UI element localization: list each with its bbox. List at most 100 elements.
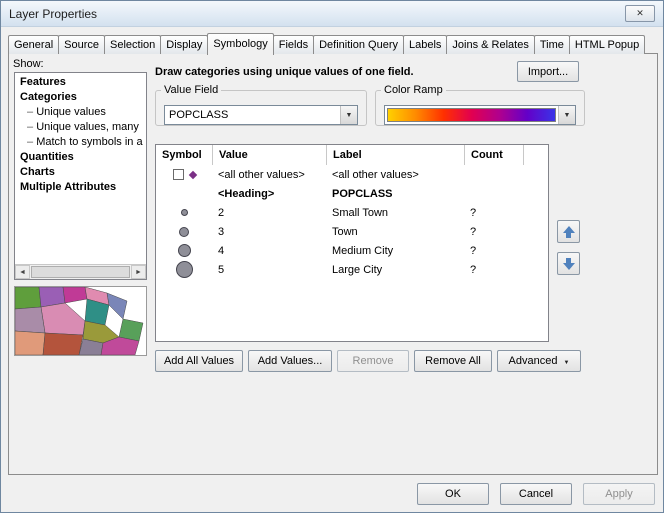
cell-value: 2 bbox=[212, 207, 326, 219]
show-tree-items: Features Categories Unique values Unique… bbox=[15, 73, 146, 264]
remove-all-button[interactable]: Remove All bbox=[414, 350, 492, 372]
cell-count: ? bbox=[464, 207, 524, 219]
graduated-circle-symbol[interactable] bbox=[179, 227, 189, 237]
tree-item-multiple-attributes[interactable]: Multiple Attributes bbox=[15, 180, 146, 195]
tab-html-popup[interactable]: HTML Popup bbox=[569, 35, 645, 54]
color-ramp-label: Color Ramp bbox=[381, 84, 446, 96]
advanced-button[interactable]: Advanced bbox=[497, 350, 581, 372]
map-polygon bbox=[107, 293, 127, 319]
color-ramp-preview bbox=[387, 108, 556, 122]
tab-joins-relates[interactable]: Joins & Relates bbox=[446, 35, 534, 54]
tab-source[interactable]: Source bbox=[58, 35, 105, 54]
tab-time[interactable]: Time bbox=[534, 35, 570, 54]
map-preview bbox=[14, 286, 147, 356]
move-up-button[interactable] bbox=[557, 220, 580, 243]
method-description: Draw categories using unique values of o… bbox=[155, 66, 414, 78]
map-polygon bbox=[43, 333, 83, 355]
map-polygon bbox=[15, 307, 45, 333]
cancel-button[interactable]: Cancel bbox=[500, 483, 572, 505]
layer-properties-dialog: Layer Properties ✕ General Source Select… bbox=[0, 0, 664, 513]
column-header-value: Value bbox=[212, 145, 326, 165]
remove-button[interactable]: Remove bbox=[337, 350, 409, 372]
move-down-button[interactable] bbox=[557, 252, 580, 275]
ok-button[interactable]: OK bbox=[417, 483, 489, 505]
value-field-selected: POPCLASS bbox=[165, 106, 340, 124]
map-polygon bbox=[15, 287, 41, 309]
tab-fields[interactable]: Fields bbox=[273, 35, 314, 54]
cell-label: Town bbox=[326, 226, 464, 238]
close-button[interactable]: ✕ bbox=[625, 5, 655, 22]
tab-display[interactable]: Display bbox=[160, 35, 208, 54]
tree-item-match-symbols[interactable]: Match to symbols in a bbox=[15, 135, 146, 150]
table-row[interactable]: <all other values> <all other values> bbox=[156, 165, 548, 184]
scroll-right-icon[interactable] bbox=[131, 265, 146, 279]
graduated-circle-symbol[interactable] bbox=[181, 209, 188, 216]
add-values-button[interactable]: Add Values... bbox=[248, 350, 332, 372]
color-ramp-group: Color Ramp bbox=[375, 84, 585, 126]
point-symbol-swatch[interactable] bbox=[188, 170, 196, 178]
tree-item-features[interactable]: Features bbox=[15, 75, 146, 90]
table-row[interactable]: 3 Town ? bbox=[156, 222, 548, 241]
scroll-left-icon[interactable] bbox=[15, 265, 30, 279]
tab-labels[interactable]: Labels bbox=[403, 35, 447, 54]
show-tree: Features Categories Unique values Unique… bbox=[14, 72, 147, 280]
cell-count: ? bbox=[464, 264, 524, 276]
cell-label: POPCLASS bbox=[326, 188, 464, 200]
table-row[interactable]: 2 Small Town ? bbox=[156, 203, 548, 222]
cell-count: ? bbox=[464, 226, 524, 238]
all-other-values-checkbox[interactable] bbox=[173, 169, 184, 180]
column-header-symbol: Symbol bbox=[156, 145, 212, 165]
scrollbar-thumb[interactable] bbox=[31, 266, 130, 278]
tab-general[interactable]: General bbox=[8, 35, 59, 54]
tree-item-quantities[interactable]: Quantities bbox=[15, 150, 146, 165]
value-field-group: Value Field POPCLASS bbox=[155, 84, 367, 126]
symbology-page: Show: Features Categories Unique values … bbox=[8, 53, 658, 475]
graduated-circle-symbol[interactable] bbox=[178, 244, 191, 257]
cell-count: ? bbox=[464, 245, 524, 257]
cell-value: <all other values> bbox=[212, 169, 326, 181]
cell-value: 4 bbox=[212, 245, 326, 257]
cell-label: Small Town bbox=[326, 207, 464, 219]
dialog-footer: OK Cancel Apply bbox=[417, 483, 655, 505]
map-preview-image bbox=[15, 287, 146, 355]
table-row[interactable]: <Heading> POPCLASS bbox=[156, 184, 548, 203]
chevron-down-icon bbox=[558, 106, 575, 124]
show-label: Show: bbox=[13, 58, 44, 70]
cell-label: Large City bbox=[326, 264, 464, 276]
advanced-dropdown-icon bbox=[563, 355, 569, 367]
advanced-button-label: Advanced bbox=[509, 355, 558, 367]
apply-button[interactable]: Apply bbox=[583, 483, 655, 505]
map-polygon bbox=[41, 303, 85, 335]
unique-values-table: Symbol Value Label Count <all other valu… bbox=[155, 144, 549, 342]
tree-item-unique-values[interactable]: Unique values bbox=[15, 105, 146, 120]
column-header-label: Label bbox=[326, 145, 464, 165]
table-actions: Add All Values Add Values... Remove Remo… bbox=[155, 350, 581, 372]
tab-selection[interactable]: Selection bbox=[104, 35, 161, 54]
arrow-down-icon bbox=[563, 263, 575, 270]
import-button[interactable]: Import... bbox=[517, 61, 579, 82]
close-icon: ✕ bbox=[636, 8, 644, 19]
chevron-down-icon bbox=[340, 106, 357, 124]
value-field-dropdown[interactable]: POPCLASS bbox=[164, 105, 358, 125]
cell-value: 5 bbox=[212, 264, 326, 276]
cell-value: <Heading> bbox=[212, 188, 326, 200]
tree-item-unique-values-many[interactable]: Unique values, many bbox=[15, 120, 146, 135]
window-title: Layer Properties bbox=[9, 7, 97, 21]
table-row[interactable]: 4 Medium City ? bbox=[156, 241, 548, 260]
value-field-label: Value Field bbox=[161, 84, 221, 96]
arrow-up-icon-stem bbox=[566, 233, 571, 238]
tab-strip: General Source Selection Display Symbolo… bbox=[8, 32, 656, 54]
tab-definition-query[interactable]: Definition Query bbox=[313, 35, 404, 54]
titlebar[interactable]: Layer Properties ✕ bbox=[1, 1, 663, 27]
color-ramp-dropdown[interactable] bbox=[384, 105, 576, 125]
tree-item-categories[interactable]: Categories bbox=[15, 90, 146, 105]
table-header: Symbol Value Label Count bbox=[156, 145, 548, 165]
cell-label: Medium City bbox=[326, 245, 464, 257]
tree-item-charts[interactable]: Charts bbox=[15, 165, 146, 180]
tab-symbology[interactable]: Symbology bbox=[207, 33, 273, 55]
tree-horizontal-scrollbar[interactable] bbox=[15, 264, 146, 279]
column-header-count: Count bbox=[464, 145, 524, 165]
add-all-values-button[interactable]: Add All Values bbox=[155, 350, 243, 372]
table-row[interactable]: 5 Large City ? bbox=[156, 260, 548, 279]
graduated-circle-symbol[interactable] bbox=[176, 261, 193, 278]
